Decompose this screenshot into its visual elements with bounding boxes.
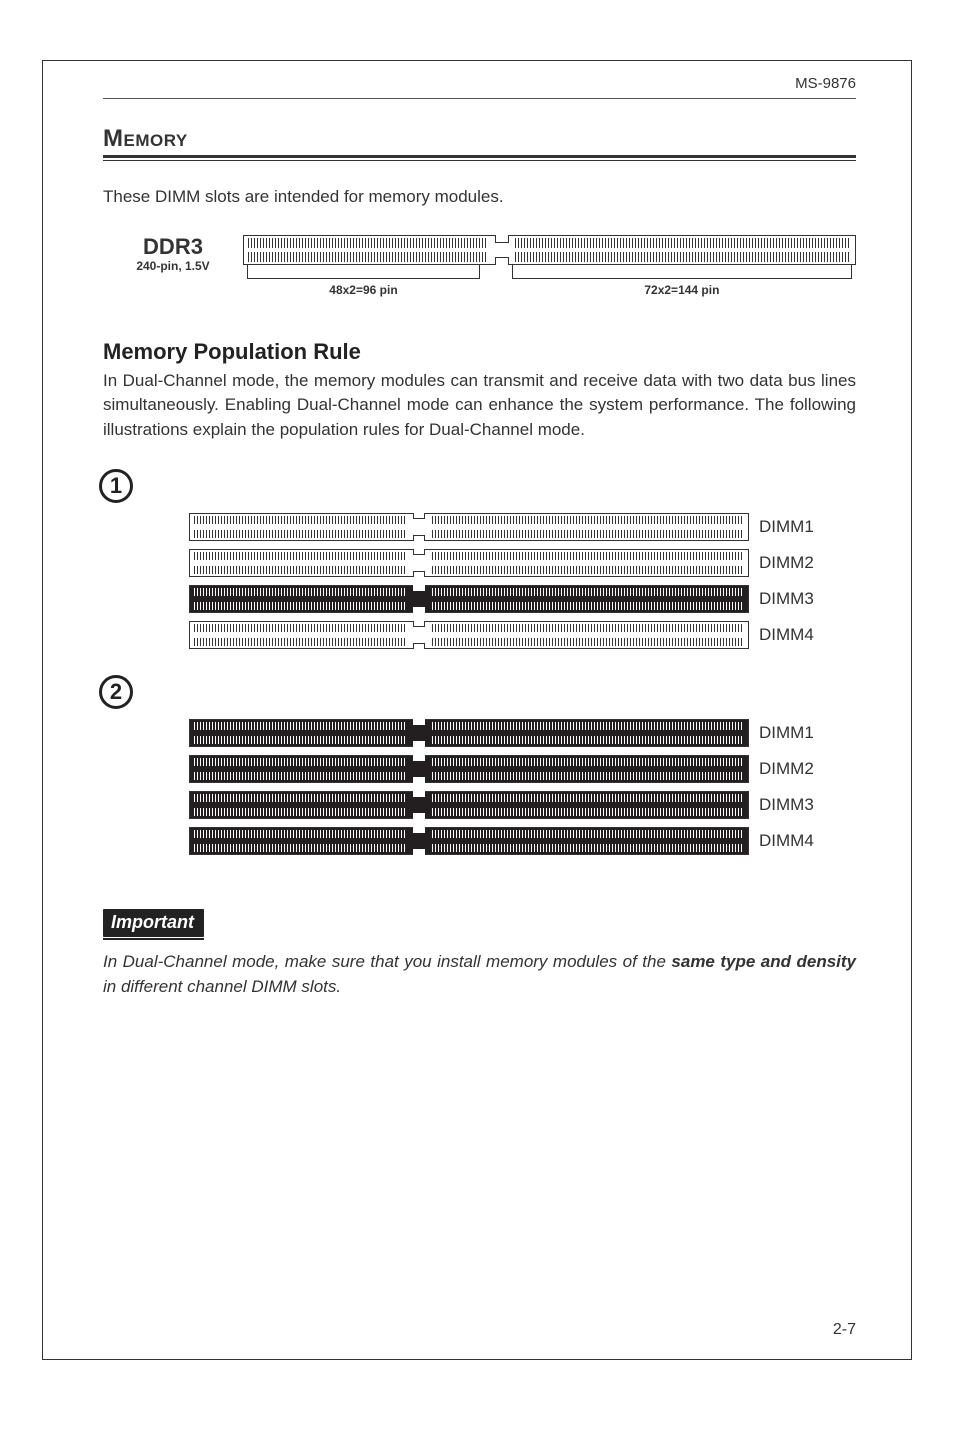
bracket-label-left: 48x2=96 pin bbox=[247, 283, 480, 297]
memory-intro: These DIMM slots are intended for memory… bbox=[103, 185, 856, 209]
important-callout: Important In Dual-Channel mode, make sur… bbox=[103, 909, 856, 1000]
slot-row: DIMM4 bbox=[189, 621, 856, 649]
section-heading-memory: Memory bbox=[103, 125, 856, 153]
model-number: MS-9876 bbox=[103, 61, 856, 98]
dimm-label: DIMM3 bbox=[759, 589, 829, 609]
heading-rule-thin bbox=[103, 160, 856, 161]
important-badge: Important bbox=[103, 909, 204, 937]
slot-row: DIMM4 bbox=[189, 827, 856, 855]
dimm-label: DIMM2 bbox=[759, 759, 829, 779]
dimm-slot-filled bbox=[189, 791, 749, 819]
dimm-label: DIMM3 bbox=[759, 795, 829, 815]
heading-rule-thick bbox=[103, 155, 856, 158]
bracket-label-right: 72x2=144 pin bbox=[512, 283, 852, 297]
config-badge-2: 2 bbox=[99, 675, 133, 709]
important-post: in different channel DIMM slots. bbox=[103, 977, 341, 996]
dimm-slot bbox=[189, 621, 749, 649]
dimm-slot-filled bbox=[189, 585, 749, 613]
slot-stack-2: DIMM1 DIMM2 DIMM3 DIMM4 bbox=[189, 719, 856, 855]
important-bold: same type and density bbox=[671, 952, 856, 971]
ddr-label-big: DDR3 bbox=[103, 235, 243, 259]
ddr-diagram: DDR3 240-pin, 1.5V 48x2=96 pin 72x2=144 … bbox=[103, 235, 856, 305]
slot-row: DIMM3 bbox=[189, 791, 856, 819]
important-pre: In Dual-Channel mode, make sure that you… bbox=[103, 952, 671, 971]
dimm-slot bbox=[189, 513, 749, 541]
subheading-population-rule: Memory Population Rule bbox=[103, 339, 856, 365]
pin-brackets: 48x2=96 pin 72x2=144 pin bbox=[243, 265, 856, 305]
slot-row: DIMM3 bbox=[189, 585, 856, 613]
config-badge-1: 1 bbox=[99, 469, 133, 503]
slot-row: DIMM1 bbox=[189, 513, 856, 541]
slot-row: DIMM1 bbox=[189, 719, 856, 747]
slot-row: DIMM2 bbox=[189, 549, 856, 577]
ddr-label-small: 240-pin, 1.5V bbox=[103, 259, 243, 273]
dimm-label: DIMM4 bbox=[759, 831, 829, 851]
header-rule bbox=[103, 98, 856, 99]
slot-row: DIMM2 bbox=[189, 755, 856, 783]
dimm-slot-filled bbox=[189, 827, 749, 855]
dimm-label: DIMM1 bbox=[759, 517, 829, 537]
ddr-connector-graphic bbox=[243, 235, 856, 265]
dimm-label: DIMM2 bbox=[759, 553, 829, 573]
page-number: 2-7 bbox=[833, 1321, 856, 1339]
population-rule-paragraph: In Dual-Channel mode, the memory modules… bbox=[103, 369, 856, 443]
dimm-slot bbox=[189, 549, 749, 577]
dimm-slot-filled bbox=[189, 755, 749, 783]
dimm-slot-filled bbox=[189, 719, 749, 747]
slot-stack-1: DIMM1 DIMM2 DIMM3 DIMM4 bbox=[189, 513, 856, 649]
important-text: In Dual-Channel mode, make sure that you… bbox=[103, 949, 856, 1000]
ddr-label: DDR3 240-pin, 1.5V bbox=[103, 235, 243, 273]
dimm-label: DIMM1 bbox=[759, 723, 829, 743]
dimm-label: DIMM4 bbox=[759, 625, 829, 645]
